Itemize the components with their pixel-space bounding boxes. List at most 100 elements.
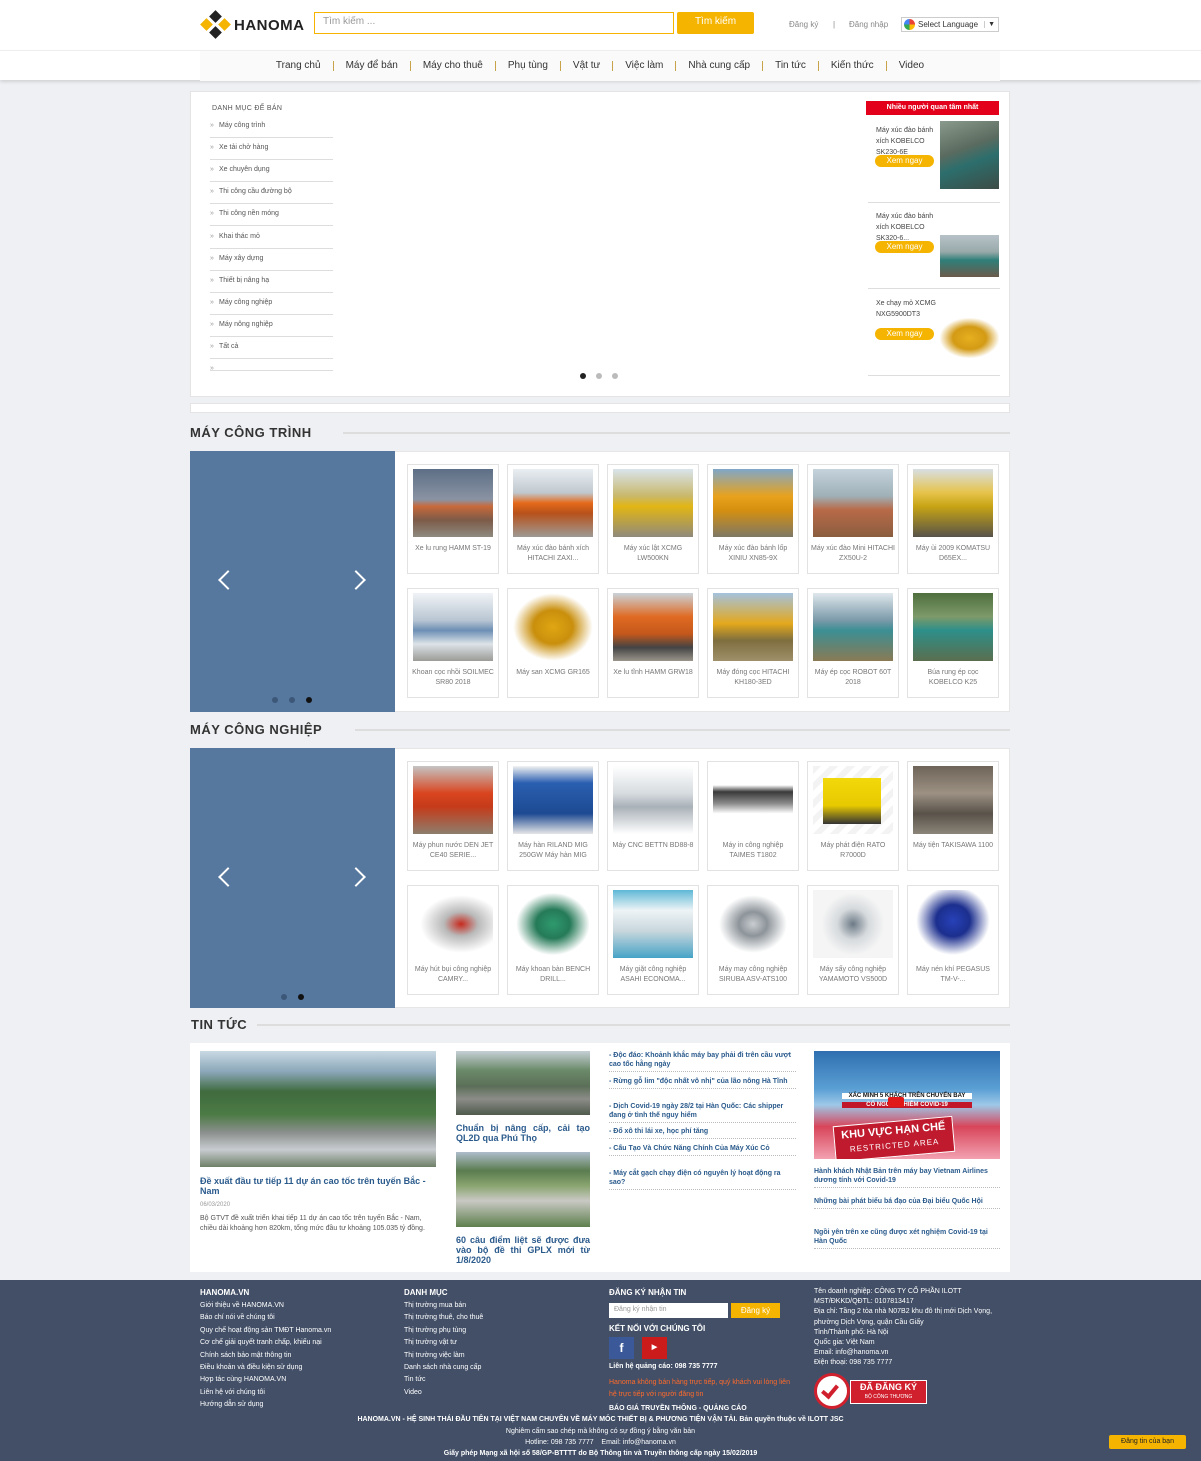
category-item[interactable]: Thiết bị nâng hạ	[210, 271, 333, 293]
footer-link[interactable]: Điều khoản và điều kiện sử dụng	[200, 1362, 331, 1374]
footer-link[interactable]: Thị trường mua bán	[404, 1300, 483, 1312]
news-video-thumbnail[interactable]: XÁC MINH 5 KHÁCH TRÊN CHUYẾN BAY CÓ NGƯỜ…	[814, 1051, 1000, 1159]
footer-link[interactable]: Giới thiệu về HANOMA.VN	[200, 1300, 331, 1312]
popular-item[interactable]: Máy xúc đào bánh xích KOBELCO SK230-6E X…	[868, 119, 1000, 203]
product-name[interactable]: Máy ủi 2009 KOMATSU D65EX...	[910, 544, 996, 566]
footer-link[interactable]: Liên hệ với chúng tôi	[200, 1387, 331, 1399]
category-item[interactable]: Tất cả	[210, 337, 333, 359]
product-card[interactable]: Máy phát điện RATO R7000D	[807, 761, 899, 871]
nav-item-for-rent[interactable]: Máy cho thuê	[411, 61, 496, 71]
product-name[interactable]: Máy nén khí PEGASUS TM-V-...	[910, 965, 996, 987]
product-card[interactable]: Máy hút bụi công nghiệp CAMRY...	[407, 885, 499, 995]
news-list-item[interactable]: - Độc đáo: Khoảnh khắc máy bay phải đi t…	[609, 1051, 796, 1072]
view-now-button[interactable]: Xem ngay	[875, 241, 934, 253]
product-name[interactable]: Xe lu tĩnh HAMM GRW18	[610, 668, 696, 690]
category-item[interactable]: Thi công nền móng	[210, 204, 333, 226]
product-card[interactable]: Máy giặt công nghiệp ASAHI ECONOMA...	[607, 885, 699, 995]
news-list-item[interactable]: - Rừng gỗ lim "độc nhất vô nhị" của lão …	[609, 1077, 796, 1089]
product-name[interactable]: Máy ép cọc ROBOT 60T 2018	[810, 668, 896, 690]
nav-item-materials[interactable]: Vật tư	[561, 61, 614, 71]
footer-link[interactable]: Hướng dẫn sử dụng	[200, 1399, 331, 1411]
login-link[interactable]: Đăng nhập	[849, 20, 888, 29]
slider-dot[interactable]	[596, 373, 602, 379]
post-listing-button[interactable]: Đăng tin của bạn	[1109, 1435, 1186, 1449]
footer-link[interactable]: Thị trường phụ tùng	[404, 1325, 483, 1337]
product-card[interactable]: Máy khoan bàn BENCH DRILL...	[507, 885, 599, 995]
product-name[interactable]: Máy xúc lật XCMG LW500KN	[610, 544, 696, 566]
category-item[interactable]: Máy xây dựng	[210, 249, 333, 271]
nav-item-suppliers[interactable]: Nhà cung cấp	[676, 61, 764, 71]
product-card[interactable]: Máy in công nghiệp TAIMES T1802	[707, 761, 799, 871]
nav-item-home[interactable]: Trang chủ	[264, 61, 334, 71]
product-name[interactable]: Máy sấy công nghiệp YAMAMOTO VS500D	[810, 965, 896, 987]
popular-item[interactable]: Xe chạy mỏ XCMG NXG5900DT3 Xem ngay	[868, 292, 1000, 376]
product-card[interactable]: Máy may công nghiệp SIRUBA ASV-ATS100	[707, 885, 799, 995]
news-list-item[interactable]: - Cấu Tạo Và Chức Năng Chính Của Máy Xúc…	[609, 1144, 796, 1156]
play-icon[interactable]	[888, 1097, 904, 1107]
footer-link[interactable]: Quy chế hoạt động sàn TMĐT Hanoma.vn	[200, 1325, 331, 1337]
product-name[interactable]: Máy khoan bàn BENCH DRILL...	[510, 965, 596, 987]
banner-dot[interactable]	[289, 697, 295, 703]
popular-item[interactable]: Máy xúc đào bánh xích KOBELCO SK320-6...…	[868, 205, 1000, 289]
footer-link[interactable]: Hợp tác cùng HANOMA.VN	[200, 1374, 331, 1386]
footer-link[interactable]: Video	[404, 1387, 483, 1399]
product-name[interactable]: Máy xúc đào Mini HITACHI ZX50U-2	[810, 544, 896, 566]
product-name[interactable]: Máy may công nghiệp SIRUBA ASV-ATS100	[710, 965, 796, 987]
main-news-headline[interactable]: Đề xuất đầu tư tiếp 11 dự án cao tốc trê…	[200, 1176, 436, 1196]
footer-link[interactable]: Chính sách bảo mật thông tin	[200, 1350, 331, 1362]
category-item[interactable]: Xe tải chở hàng	[210, 138, 333, 160]
register-link[interactable]: Đăng ký	[789, 20, 818, 29]
right-news-item[interactable]: Ngồi yên trên xe cũng được xét nghiệm Co…	[814, 1228, 1000, 1249]
right-news-item[interactable]: Hành khách Nhật Bản trên máy bay Vietnam…	[814, 1167, 1000, 1188]
ad-pricing-link[interactable]: BÁO GIÁ TRUYỀN THÔNG - QUẢNG CÁO	[609, 1405, 747, 1412]
news-list-item[interactable]: - Đổ xô thi lái xe, học phí tăng	[609, 1127, 796, 1139]
driving-course-image[interactable]	[456, 1152, 590, 1227]
product-card[interactable]: Máy phun nước DEN JET CE40 SERIE...	[407, 761, 499, 871]
category-item[interactable]: Máy công nghiệp	[210, 293, 333, 315]
language-select[interactable]: Select Language ▼	[901, 17, 999, 32]
banner-dot-active[interactable]	[306, 697, 312, 703]
product-card[interactable]: Máy xúc lật XCMG LW500KN	[607, 464, 699, 574]
category-item[interactable]: Khai thác mỏ	[210, 227, 333, 249]
product-card[interactable]: Xe lu tĩnh HAMM GRW18	[607, 588, 699, 698]
product-card[interactable]: Máy CNC BETTN BD88-8	[607, 761, 699, 871]
product-name[interactable]: Máy CNC BETTN BD88-8	[610, 841, 696, 863]
road-image[interactable]	[456, 1051, 590, 1115]
news-list-item[interactable]: - Máy cắt gạch chạy điện có nguyên lý ho…	[609, 1169, 796, 1190]
nav-item-video[interactable]: Video	[887, 61, 936, 71]
product-card[interactable]: Máy ép cọc ROBOT 60T 2018	[807, 588, 899, 698]
slider-dot-active[interactable]	[580, 373, 586, 379]
view-now-button[interactable]: Xem ngay	[875, 328, 934, 340]
nav-item-knowledge[interactable]: Kiến thức	[819, 61, 887, 71]
product-card[interactable]: Khoan cọc nhồi SOILMEC SR80 2018	[407, 588, 499, 698]
site-logo[interactable]: HANOMA	[200, 10, 305, 39]
product-card[interactable]: Máy xúc đào bánh xích HITACHI ZAXI...	[507, 464, 599, 574]
banner-dot-active[interactable]	[298, 994, 304, 1000]
nav-item-for-sale[interactable]: Máy để bán	[334, 61, 411, 71]
nav-item-jobs[interactable]: Việc làm	[613, 61, 677, 71]
product-card[interactable]: Máy xúc đào Mini HITACHI ZX50U-2	[807, 464, 899, 574]
view-now-button[interactable]: Xem ngay	[875, 155, 934, 167]
news-list-item[interactable]: - Dịch Covid-19 ngày 28/2 tại Hàn Quốc: …	[609, 1102, 796, 1123]
product-name[interactable]: Máy xúc đào bánh xích HITACHI ZAXI...	[510, 544, 596, 566]
category-item[interactable]: Máy nông nghiệp	[210, 315, 333, 337]
right-news-item[interactable]: Những bài phát biểu bá đạo của Đại biểu …	[814, 1197, 1000, 1209]
product-name[interactable]: Máy hút bụi công nghiệp CAMRY...	[410, 965, 496, 987]
product-name[interactable]: Khoan cọc nhồi SOILMEC SR80 2018	[410, 668, 496, 690]
product-name[interactable]: Máy phun nước DEN JET CE40 SERIE...	[410, 841, 496, 863]
slider-dot[interactable]	[612, 373, 618, 379]
product-card[interactable]: Búa rung ép cọc KOBELCO K25	[907, 588, 999, 698]
middle-news-headline[interactable]: 60 câu điểm liệt sẽ được đưa vào bộ đề t…	[456, 1235, 590, 1265]
product-name[interactable]: Máy đóng cọc HITACHI KH180-3ED	[710, 668, 796, 690]
product-card[interactable]: Máy đóng cọc HITACHI KH180-3ED	[707, 588, 799, 698]
product-card[interactable]: Máy sấy công nghiệp YAMAMOTO VS500D	[807, 885, 899, 995]
product-card[interactable]: Máy xúc đào bánh lốp XINIU XN85-9X	[707, 464, 799, 574]
product-name[interactable]: Máy giặt công nghiệp ASAHI ECONOMA...	[610, 965, 696, 987]
newsletter-submit-button[interactable]: Đăng ký	[731, 1303, 780, 1318]
popular-item-title[interactable]: Máy xúc đào bánh xích KOBELCO SK230-6E	[876, 125, 946, 158]
product-name[interactable]: Máy san XCMG GR165	[510, 668, 596, 690]
popular-item-title[interactable]: Xe chạy mỏ XCMG NXG5900DT3	[876, 298, 946, 320]
category-item[interactable]: Thi công cầu đường bộ	[210, 182, 333, 204]
category-item[interactable]: Máy công trình	[210, 116, 333, 138]
middle-news-headline[interactable]: Chuẩn bị nâng cấp, cải tạo QL2D qua Phú …	[456, 1123, 590, 1143]
